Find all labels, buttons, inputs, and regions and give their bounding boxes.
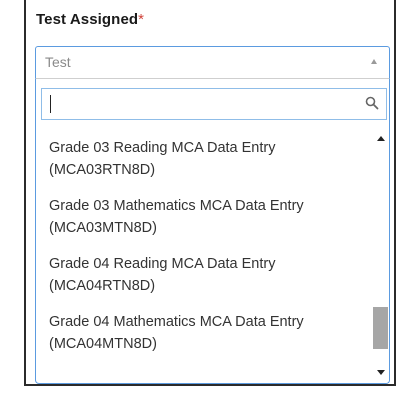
options-list[interactable]: Grade 03 Reading MCA Data Entry (MCA03RT… xyxy=(36,127,372,383)
dropdown-panel: Grade 03 Reading MCA Data Entry (MCA03RT… xyxy=(35,78,390,384)
scrollbar-thumb[interactable] xyxy=(373,307,388,350)
list-item[interactable]: Grade 03 Mathematics MCA Data Entry (MCA… xyxy=(49,195,371,239)
option-code: (MCA03RTN8D) xyxy=(49,162,156,178)
option-name: Grade 03 Reading MCA Data Entry xyxy=(49,140,276,156)
list-item-partial xyxy=(49,127,185,131)
option-name: Grade 03 Mathematics MCA Data Entry xyxy=(49,198,304,214)
test-assigned-select[interactable]: Test xyxy=(35,46,390,78)
list-item[interactable]: Grade 04 Mathematics MCA Data Entry (MCA… xyxy=(49,311,371,355)
option-code: (MCA03MTN8D) xyxy=(49,220,157,236)
options-scrollbar[interactable] xyxy=(372,127,389,383)
test-assigned-label-text: Test Assigned xyxy=(36,11,139,28)
chevron-up-icon xyxy=(371,59,377,64)
dropdown-search-input[interactable] xyxy=(42,89,368,119)
dropdown-search-box[interactable] xyxy=(41,88,387,120)
test-assigned-label: Test Assigned* xyxy=(36,11,144,28)
list-item[interactable]: Grade 04 Reading MCA Data Entry (MCA04RT… xyxy=(49,253,371,297)
option-name: Grade 04 Reading MCA Data Entry xyxy=(49,256,276,272)
list-item[interactable]: Grade 03 Reading MCA Data Entry (MCA03RT… xyxy=(49,137,371,181)
option-code: (MCA04MTN8D) xyxy=(49,336,157,352)
required-asterisk: * xyxy=(138,11,145,28)
search-icon xyxy=(365,96,379,110)
select-selected-value: Test xyxy=(45,54,71,70)
text-cursor xyxy=(50,95,51,113)
scroll-down-arrow-icon[interactable] xyxy=(377,370,385,375)
scroll-up-arrow-icon[interactable] xyxy=(377,136,385,141)
option-name: Grade 04 Mathematics MCA Data Entry xyxy=(49,314,304,330)
option-code: (MCA04RTN8D) xyxy=(49,278,156,294)
